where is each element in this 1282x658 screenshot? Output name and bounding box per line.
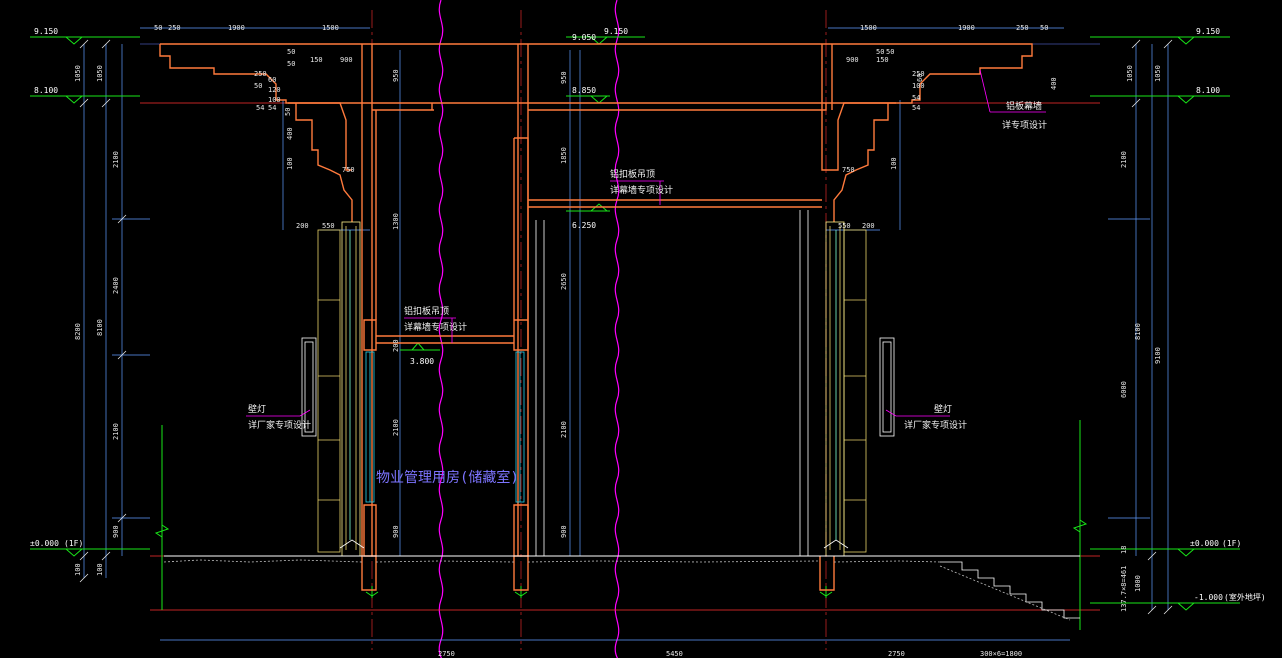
dim-top-right-4: 50 bbox=[1040, 24, 1048, 32]
dim-cornice-r-3: 50 bbox=[876, 48, 884, 56]
room-label: 物业管理用房(储藏室) bbox=[376, 469, 519, 486]
dim-small-l-1: 100 bbox=[286, 157, 294, 170]
dim-right-outer-1: 1050 bbox=[1126, 65, 1134, 82]
dim-stair: 137.7×8=461 bbox=[1120, 566, 1128, 612]
dim-pillar-l-3: 550 bbox=[322, 222, 335, 230]
dim-mid-3: 2650 bbox=[560, 273, 568, 290]
level-ground-right-floor: (1F) bbox=[1222, 539, 1241, 548]
level-eave-mid: 8.850 bbox=[572, 86, 596, 95]
dim-top-left-3: 1900 bbox=[228, 24, 245, 32]
note-left-top: 铝扣板吊顶 bbox=[404, 305, 449, 317]
dim-right-outer-3: 1000 bbox=[1134, 575, 1142, 592]
dim-right-seg-3: 18 bbox=[1120, 546, 1128, 554]
dim-cornice-r-6: 100 bbox=[912, 82, 925, 90]
level-top-mid2: 9.150 bbox=[604, 27, 628, 36]
note-right-top-sub: 详专项设计 bbox=[1002, 119, 1047, 131]
level-outdoor-right: -1.000 bbox=[1194, 593, 1223, 602]
dim-cornice-l-6: 50 bbox=[254, 82, 262, 90]
dim-cornice-r-10: 400 bbox=[1050, 77, 1058, 90]
note-right-top: 铝板幕墙 bbox=[1006, 100, 1042, 112]
dim-right-seg-2: 6000 bbox=[1120, 381, 1128, 398]
dim-left-mid-3: 200 bbox=[392, 339, 400, 352]
dim-right-outer-2: 8100 bbox=[1134, 323, 1142, 340]
dim-bottom-3: 2750 bbox=[888, 650, 905, 658]
dim-pillar-r-3: 200 bbox=[862, 222, 875, 230]
level-eave-left: 8.100 bbox=[34, 86, 58, 95]
dim-small-l-2: 400 bbox=[286, 127, 294, 140]
dim-cornice-l-12: 50 bbox=[284, 108, 292, 116]
dim-mid-2: 1850 bbox=[560, 147, 568, 164]
level-ground-left-floor: (1F) bbox=[64, 539, 83, 548]
dim-cornice-l-2: 50 bbox=[287, 60, 295, 68]
dim-cornice-l-10: 54 bbox=[256, 104, 264, 112]
dim-mid-5: 900 bbox=[560, 525, 568, 538]
dim-left-seg-2: 2400 bbox=[112, 277, 120, 294]
dim-left-inner-2: 8100 bbox=[96, 319, 104, 336]
dim-cornice-l-8: 120 bbox=[268, 86, 281, 94]
note-right-lamp-sub: 详厂家专项设计 bbox=[904, 419, 967, 431]
dim-top-left-2: 250 bbox=[168, 24, 181, 32]
dim-pillar-r-1: 750 bbox=[842, 166, 855, 174]
dim-pillar-l-1: 750 bbox=[342, 166, 355, 174]
dim-left-mid-4: 2100 bbox=[392, 419, 400, 436]
level-low-ceiling: 3.800 bbox=[410, 357, 434, 366]
dim-left-mid-1: 950 bbox=[392, 69, 400, 82]
dim-right-inner-1: 1050 bbox=[1154, 65, 1162, 82]
dim-top-left-1: 50 bbox=[154, 24, 162, 32]
level-top-right: 9.150 bbox=[1196, 27, 1220, 36]
dim-left-mid-2: 1300 bbox=[392, 213, 400, 230]
dim-left-seg-3: 2100 bbox=[112, 423, 120, 440]
dim-cornice-l-1: 50 bbox=[287, 48, 295, 56]
dim-pillar-r-2: 550 bbox=[838, 222, 851, 230]
dim-left-inner-3: 100 bbox=[96, 563, 104, 576]
dim-cornice-l-11: 54 bbox=[268, 104, 276, 112]
note-mid-top: 铝扣板吊顶 bbox=[610, 168, 655, 180]
dim-bottom-2: 5450 bbox=[666, 650, 683, 658]
level-ground-left: ±0.000 bbox=[30, 539, 59, 548]
dim-cornice-r-1: 900 bbox=[846, 56, 859, 64]
level-eave-right: 8.100 bbox=[1196, 86, 1220, 95]
dim-bottom-4: 300×6=1800 bbox=[980, 650, 1022, 658]
note-mid-top-sub: 详幕墙专项设计 bbox=[610, 184, 673, 196]
note-left-lamp: 壁灯 bbox=[248, 403, 266, 415]
dim-cornice-l-5: 250 bbox=[254, 70, 267, 78]
dim-right-seg-1: 2100 bbox=[1120, 151, 1128, 168]
dim-top-right-2: 1900 bbox=[958, 24, 975, 32]
dim-cornice-r-2: 150 bbox=[876, 56, 889, 64]
dim-right-inner-2: 9100 bbox=[1154, 347, 1162, 364]
level-top-left: 9.150 bbox=[34, 27, 58, 36]
note-right-lamp: 壁灯 bbox=[934, 403, 952, 415]
dim-bottom-1: 2750 bbox=[438, 650, 455, 658]
dim-left-outer-2: 8200 bbox=[74, 323, 82, 340]
dim-left-seg-1: 2100 bbox=[112, 151, 120, 168]
dim-left-outer-1: 1050 bbox=[74, 65, 82, 82]
dim-cornice-l-4: 900 bbox=[340, 56, 353, 64]
level-mid-ceiling: 6.250 bbox=[572, 221, 596, 230]
level-top-mid: 9.050 bbox=[572, 33, 596, 42]
dim-top-right-1: 1500 bbox=[860, 24, 877, 32]
level-ground-right: ±0.000 bbox=[1190, 539, 1219, 548]
canvas-background bbox=[0, 0, 1282, 658]
dim-cornice-l-7: 60 bbox=[268, 76, 276, 84]
note-left-top-sub: 详幕墙专项设计 bbox=[404, 321, 467, 333]
dim-top-left-4: 1500 bbox=[322, 24, 339, 32]
dim-cornice-r-7: 54 bbox=[912, 94, 920, 102]
dim-left-inner-1: 1050 bbox=[96, 65, 104, 82]
dim-cornice-r-4: 50 bbox=[886, 48, 894, 56]
dim-pillar-l-2: 200 bbox=[296, 222, 309, 230]
dim-small-r-1: 100 bbox=[890, 157, 898, 170]
dim-cornice-r-8: 54 bbox=[912, 104, 920, 112]
dim-cornice-r-9: 60 bbox=[916, 74, 924, 82]
note-left-lamp-sub: 详厂家专项设计 bbox=[248, 419, 311, 431]
dim-top-right-3: 250 bbox=[1016, 24, 1029, 32]
dim-left-seg-4: 900 bbox=[112, 525, 120, 538]
dim-mid-1: 950 bbox=[560, 71, 568, 84]
section-drawing: 9.150 8.100 ±0.000 (1F) 9.050 9.150 8.85… bbox=[0, 0, 1282, 658]
level-outdoor-right-note: (室外地坪) bbox=[1224, 592, 1266, 602]
dim-cornice-l-9: 100 bbox=[268, 96, 281, 104]
dim-left-outer-3: 100 bbox=[74, 563, 82, 576]
dim-mid-4: 2100 bbox=[560, 421, 568, 438]
dim-cornice-l-3: 150 bbox=[310, 56, 323, 64]
dim-left-mid-5: 900 bbox=[392, 525, 400, 538]
